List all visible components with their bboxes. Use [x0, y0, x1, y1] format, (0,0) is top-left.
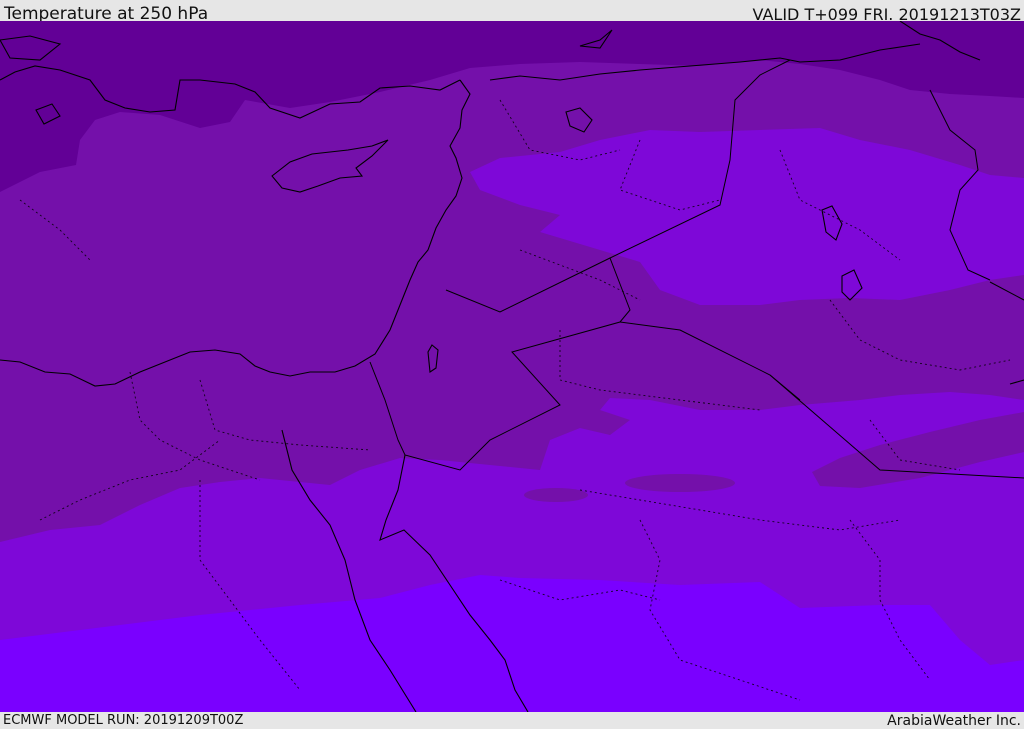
- band-2-patch-b: [625, 474, 735, 492]
- model-run-label: ECMWF MODEL RUN: 20191209T00Z: [3, 713, 244, 728]
- temperature-map: [0, 21, 1024, 712]
- footer-bar: ECMWF MODEL RUN: 20191209T00Z ArabiaWeat…: [0, 712, 1024, 729]
- credit-label: ArabiaWeather Inc.: [887, 713, 1021, 729]
- title-bar: Temperature at 250 hPa VALID T+099 FRI. …: [0, 0, 1024, 24]
- band-2-patch-c: [524, 488, 588, 502]
